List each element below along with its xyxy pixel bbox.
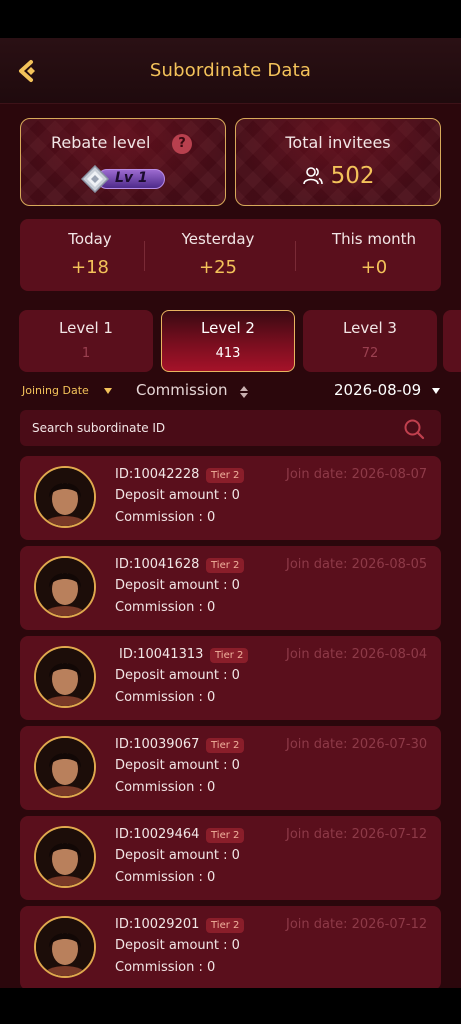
- search-bar: [20, 410, 441, 446]
- deposit-amount: Deposit amount : 0: [115, 848, 240, 863]
- period-today: Today +18: [20, 219, 160, 291]
- tier-badge: Tier 2: [206, 828, 245, 843]
- avatar: [34, 646, 96, 708]
- join-date: Join date: 2026-07-12: [286, 827, 428, 842]
- avatar: [34, 556, 96, 618]
- avatar: [34, 466, 96, 528]
- gem-icon: [81, 165, 109, 193]
- period-this-month: This month +0: [304, 219, 444, 291]
- join-date: Join date: 2026-07-30: [286, 737, 428, 752]
- period-value: +0: [360, 257, 388, 278]
- divider: [144, 241, 145, 271]
- period-value: +25: [199, 257, 237, 278]
- subordinate-id: ID:10029464: [115, 827, 200, 842]
- list-item[interactable]: ID:10029464 Tier 2 Join date: 2026-07-12…: [20, 816, 441, 900]
- subordinate-id: ID:10041313: [119, 647, 204, 662]
- list-item[interactable]: ID:10039067 Tier 2 Join date: 2026-07-30…: [20, 726, 441, 810]
- period-label: Today: [68, 230, 112, 248]
- tab-label: Level 1: [59, 319, 113, 337]
- system-nav-bar: [0, 988, 461, 1024]
- tab-level-1[interactable]: Level 1 1: [19, 310, 153, 372]
- rebate-level-card: Rebate level ? Lv 1: [20, 118, 226, 206]
- subordinate-id: ID:10042228: [115, 467, 200, 482]
- tab-label: Level 2: [201, 319, 255, 337]
- sort-icon: [240, 386, 248, 398]
- period-value: +18: [71, 257, 109, 278]
- avatar: [34, 736, 96, 798]
- deposit-amount: Deposit amount : 0: [115, 758, 240, 773]
- list-item[interactable]: ID:10041313 Tier 2 Join date: 2026-08-04…: [20, 636, 441, 720]
- tier-badge: Tier 2: [206, 558, 245, 573]
- commission-amount: Commission : 0: [115, 780, 216, 795]
- caret-down-icon: [104, 388, 112, 394]
- tier-badge: Tier 2: [206, 738, 245, 753]
- deposit-amount: Deposit amount : 0: [115, 668, 240, 683]
- join-date: Join date: 2026-08-05: [286, 557, 428, 572]
- join-date: Join date: 2026-08-04: [286, 647, 428, 662]
- tier-badge: Tier 2: [206, 468, 245, 483]
- period-label: This month: [331, 230, 417, 248]
- tab-count: 413: [215, 346, 241, 361]
- commission-amount: Commission : 0: [115, 600, 216, 615]
- users-icon: [302, 167, 323, 185]
- period-yesterday: Yesterday +25: [148, 219, 288, 291]
- level-tabs: Level 1 1 Level 2 413 Level 3 72: [0, 310, 461, 372]
- level-text: Lv 1: [115, 170, 148, 186]
- period-label: Yesterday: [181, 230, 255, 248]
- page-title: Subordinate Data: [149, 60, 312, 81]
- divider: [295, 241, 296, 271]
- help-icon[interactable]: ?: [172, 134, 192, 154]
- avatar: [34, 916, 96, 978]
- tier-badge: Tier 2: [210, 648, 249, 663]
- avatar: [34, 826, 96, 888]
- deposit-amount: Deposit amount : 0: [115, 938, 240, 953]
- subordinate-id: ID:10029201: [115, 917, 200, 932]
- list-item[interactable]: ID:10042228 Tier 2 Join date: 2026-08-07…: [20, 456, 441, 540]
- total-invitees-card: Total invitees 502: [235, 118, 441, 206]
- commission-amount: Commission : 0: [115, 960, 216, 975]
- app-screen: Subordinate Data Rebate level ? Lv 1 Tot…: [0, 38, 461, 988]
- subordinate-id: ID:10039067: [115, 737, 200, 752]
- date-filter[interactable]: 2026-08-09: [334, 381, 421, 399]
- tab-level-3[interactable]: Level 3 72: [303, 310, 437, 372]
- rebate-level-label: Rebate level: [51, 133, 151, 152]
- commission-sort[interactable]: Commission: [136, 381, 228, 399]
- search-icon[interactable]: [403, 418, 425, 440]
- tab-count: 1: [81, 346, 91, 361]
- subordinate-id: ID:10041628: [115, 557, 200, 572]
- tier-badge: Tier 2: [206, 918, 245, 933]
- tab-count: 72: [361, 346, 379, 361]
- period-stats: Today +18 Yesterday +25 This month +0: [20, 219, 441, 291]
- list-item[interactable]: ID:10041628 Tier 2 Join date: 2026-08-05…: [20, 546, 441, 630]
- deposit-amount: Deposit amount : 0: [115, 488, 240, 503]
- joining-date-filter[interactable]: Joining Date: [22, 384, 89, 397]
- status-bar: [0, 0, 461, 38]
- deposit-amount: Deposit amount : 0: [115, 578, 240, 593]
- filter-bar: Joining Date Commission 2026-08-09: [0, 378, 461, 408]
- search-input[interactable]: [32, 410, 392, 446]
- invitees-count: 502: [330, 163, 375, 189]
- join-date: Join date: 2026-07-12: [286, 917, 428, 932]
- join-date: Join date: 2026-08-07: [286, 467, 428, 482]
- tab-label: Level 3: [343, 319, 397, 337]
- tab-next-partial[interactable]: [443, 310, 461, 372]
- top-navbar: Subordinate Data: [0, 38, 461, 104]
- total-invitees-label: Total invitees: [285, 133, 391, 152]
- commission-amount: Commission : 0: [115, 510, 216, 525]
- level-badge: Lv 1: [81, 165, 165, 193]
- tab-level-2[interactable]: Level 2 413: [161, 310, 295, 372]
- caret-down-icon: [432, 388, 440, 394]
- list-item[interactable]: ID:10029201 Tier 2 Join date: 2026-07-12…: [20, 906, 441, 988]
- invitees-row: 502: [236, 163, 440, 189]
- commission-amount: Commission : 0: [115, 690, 216, 705]
- commission-amount: Commission : 0: [115, 870, 216, 885]
